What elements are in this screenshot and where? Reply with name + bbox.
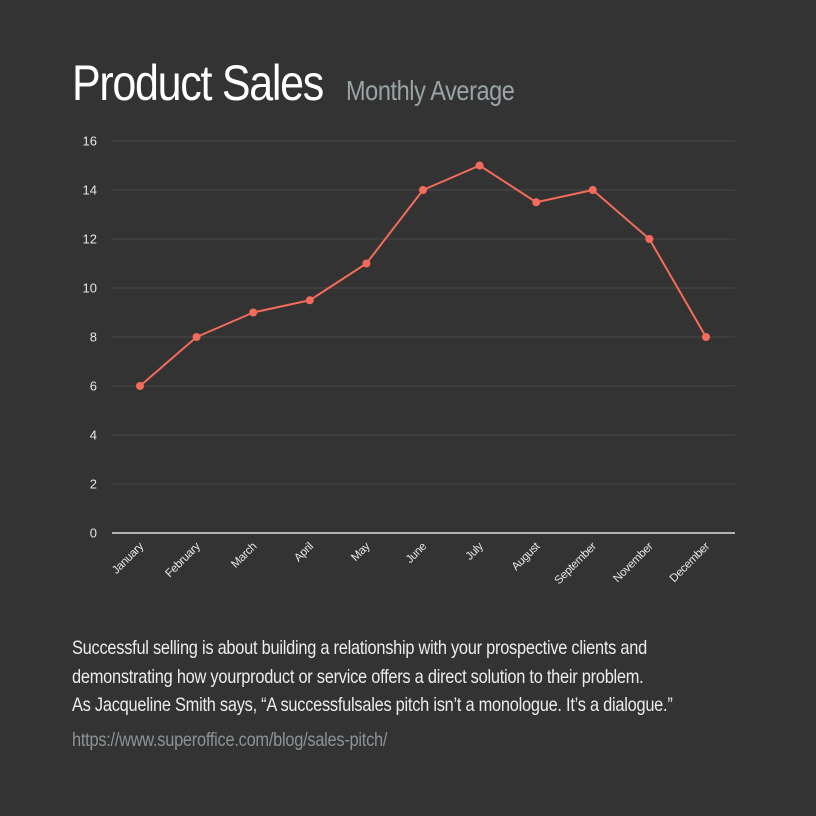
- data-point: [702, 333, 710, 341]
- y-tick-label: 10: [83, 281, 97, 296]
- source-link[interactable]: https://www.superoffice.com/blog/sales-p…: [72, 729, 387, 752]
- x-tick-label: November: [611, 540, 656, 585]
- y-tick-label: 4: [90, 428, 97, 443]
- x-tick-label: April: [292, 541, 316, 565]
- y-tick-label: 0: [90, 526, 97, 541]
- y-tick-label: 12: [83, 232, 97, 247]
- x-tick-label: December: [668, 540, 713, 585]
- y-tick-label: 6: [90, 379, 97, 394]
- series-line: [139, 164, 707, 387]
- data-point: [192, 333, 201, 341]
- x-tick-label: May: [349, 540, 373, 564]
- data-point: [532, 198, 541, 207]
- data-point: [419, 186, 427, 194]
- data-point: [362, 259, 371, 268]
- description-line: demonstrating how yourproduct or service…: [72, 665, 644, 688]
- y-tick-label: 16: [83, 134, 97, 149]
- x-tick-label: July: [464, 540, 486, 562]
- x-tick-label: August: [510, 540, 543, 573]
- y-tick-label: 14: [83, 183, 97, 198]
- data-point: [249, 308, 258, 317]
- data-point: [136, 382, 144, 390]
- x-tick-label: March: [229, 541, 259, 571]
- x-tick-label: September: [553, 540, 600, 587]
- description-line: Successful selling is about building a r…: [72, 637, 647, 659]
- x-tick-label: February: [163, 540, 203, 580]
- x-tick-label: January: [110, 540, 146, 576]
- description-line: As Jacqueline Smith says, “A successfuls…: [72, 694, 673, 716]
- y-tick-label: 8: [90, 330, 97, 345]
- y-tick-label: 2: [90, 477, 97, 492]
- x-tick-label: June: [404, 541, 429, 566]
- description-paragraph: Successful selling is about building a r…: [72, 634, 710, 720]
- data-point: [645, 235, 654, 243]
- data-point: [305, 296, 314, 305]
- line-chart: 0 2 4 6 8 10 12 14 16 January February March April Ma…: [83, 134, 735, 587]
- data-point: [475, 161, 484, 170]
- data-point: [588, 186, 597, 194]
